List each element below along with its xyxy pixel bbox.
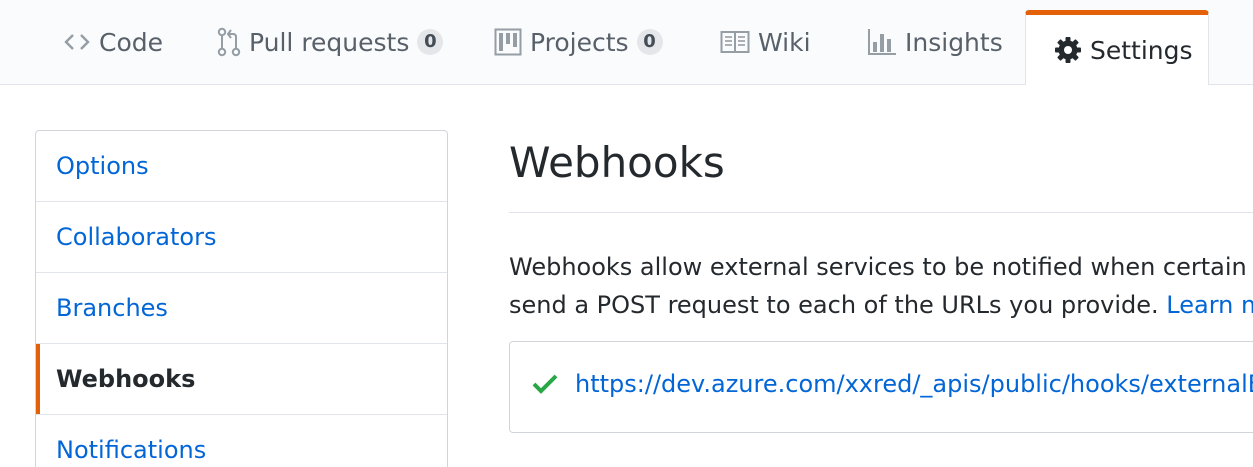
repo-tab-bar: Code Pull requests 0 Projects 0 Wiki Ins… [0,0,1253,85]
title-divider [509,212,1253,213]
git-pull-request-icon [217,27,241,57]
tab-settings-label: Settings [1090,35,1193,65]
webhook-list-item: https://dev.azure.com/xxred/_apis/public… [509,341,1253,433]
webhook-url-link[interactable]: https://dev.azure.com/xxred/_apis/public… [575,370,1253,398]
repo-settings-page: Code Pull requests 0 Projects 0 Wiki Ins… [0,0,1253,467]
tab-pull-requests[interactable]: Pull requests 0 [217,0,444,84]
settings-sidebar: Options Collaborators Branches Webhooks … [35,130,448,467]
tab-projects[interactable]: Projects 0 [494,0,663,84]
sidebar-item-options[interactable]: Options [36,131,447,202]
tab-settings[interactable]: Settings [1025,10,1209,85]
tab-insights[interactable]: Insights [867,0,1003,84]
description-line-1: Webhooks allow external services to be n… [509,253,1253,281]
description-line-2-text: send a POST request to each of the URLs … [509,291,1167,319]
sidebar-item-branches[interactable]: Branches [36,273,447,344]
project-board-icon [494,28,522,56]
tab-code[interactable]: Code [63,0,163,84]
sidebar-item-label: Collaborators [56,223,217,251]
code-icon [63,31,91,53]
sidebar-item-label: Webhooks [56,365,196,393]
graph-icon [867,28,897,56]
sidebar-item-label: Branches [56,294,168,322]
book-icon [720,30,750,54]
tab-insights-label: Insights [905,27,1003,57]
projects-counter: 0 [636,29,663,55]
sidebar-item-notifications[interactable]: Notifications [36,415,447,467]
tab-code-label: Code [99,27,164,57]
webhooks-description: Webhooks allow external services to be n… [509,248,1253,324]
gear-icon [1054,36,1082,64]
learn-more-link[interactable]: Learn mor [1166,291,1253,319]
tab-wiki[interactable]: Wiki [720,0,811,84]
sidebar-item-label: Options [56,152,149,180]
tab-projects-label: Projects [530,27,629,57]
sidebar-item-webhooks[interactable]: Webhooks [36,344,447,415]
sidebar-item-label: Notifications [56,436,207,464]
description-line-2: send a POST request to each of the URLs … [509,286,1253,324]
tab-wiki-label: Wiki [758,27,811,57]
tab-pull-requests-label: Pull requests [249,27,410,57]
check-icon [532,373,558,399]
sidebar-item-collaborators[interactable]: Collaborators [36,202,447,273]
pull-requests-counter: 0 [417,29,444,55]
page-title: Webhooks [509,138,725,187]
